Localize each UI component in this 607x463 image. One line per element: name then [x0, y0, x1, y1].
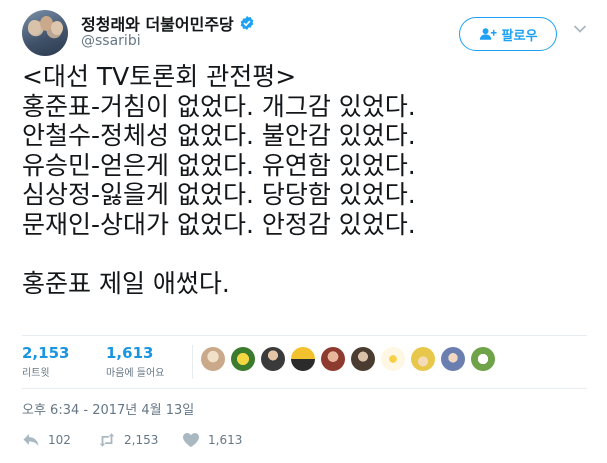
reply-button[interactable]: 102 [22, 432, 98, 448]
tweet-timestamp[interactable]: 오후 6:34 - 2017년 4월 13일 [22, 399, 194, 418]
liker-avatar-3[interactable] [261, 347, 285, 371]
liker-avatar-2[interactable] [231, 347, 255, 371]
liker-avatar-10[interactable] [471, 347, 495, 371]
avatar-face [51, 21, 63, 35]
liker-avatar-4[interactable] [291, 347, 315, 371]
liker-avatar-8[interactable] [411, 347, 435, 371]
reply-count: 102 [48, 433, 71, 447]
tweet-text: <대선 TV토론회 관전평> 홍준표-거침이 없었다. 개그감 있었다. 안철수… [22, 62, 587, 298]
display-name[interactable]: 정청래와 더불어민주당 [81, 11, 234, 35]
liker-avatar-1[interactable] [201, 347, 225, 371]
retweet-action-count: 2,153 [124, 433, 159, 447]
divider [22, 335, 587, 336]
like-count: 1,613 [208, 433, 243, 447]
divider [192, 345, 193, 379]
user-avatar[interactable] [22, 10, 68, 56]
tweet-line: <대선 TV토론회 관전평> [22, 62, 297, 91]
tweet-line: 문재인-상대가 없었다. 안정감 있었다. [22, 209, 416, 239]
tweet-actions: 102 2,153 1,613 [22, 429, 242, 451]
follow-button[interactable]: 팔로우 [459, 17, 557, 51]
like-button[interactable]: 1,613 [182, 432, 242, 448]
divider [22, 388, 587, 389]
reply-icon [23, 434, 39, 446]
verified-badge-icon [240, 16, 254, 30]
tweet-line: 안철수-정체성 없었다. 불안감 있었다. [22, 121, 416, 150]
retweet-stat[interactable]: 2,153 리트윗 [22, 344, 69, 379]
tweet-stats: 2,153 리트윗 1,613 마음에 들어요 [0, 335, 607, 389]
tweet-line: 홍준표 제일 애썼다. [22, 268, 230, 298]
user-handle[interactable]: @ssaribi [81, 33, 141, 49]
tweet-header: 정청래와 더불어민주당 @ssaribi 팔로우 [22, 8, 587, 56]
liker-avatar-7[interactable] [381, 347, 405, 371]
liker-avatar-6[interactable] [351, 347, 375, 371]
likes-stat[interactable]: 1,613 마음에 들어요 [106, 344, 164, 379]
follow-button-label: 팔로우 [501, 28, 538, 44]
liker-avatars [201, 347, 495, 371]
tweet-line: 유승민-얻은게 없었다. 유연함 있었다. [22, 150, 416, 180]
likes-count: 1,613 [106, 344, 154, 362]
tweet-line: 홍준표-거침이 없었다. 개그감 있었다. [22, 91, 416, 121]
liker-avatar-9[interactable] [441, 347, 465, 371]
chevron-down-icon[interactable] [573, 24, 587, 34]
tweet-line: 심상정-잃을게 없었다. 당당함 있었다. [22, 180, 416, 209]
retweet-label: 리트윗 [22, 368, 50, 379]
heart-icon [183, 433, 199, 447]
retweet-button[interactable]: 2,153 [98, 432, 182, 448]
retweet-icon [99, 433, 115, 447]
retweet-count: 2,153 [22, 344, 70, 362]
liker-avatar-5[interactable] [321, 347, 345, 371]
follow-user-icon [479, 28, 497, 40]
name-line: 정청래와 더불어민주당 [81, 11, 255, 35]
likes-label: 마음에 들어요 [106, 368, 165, 379]
